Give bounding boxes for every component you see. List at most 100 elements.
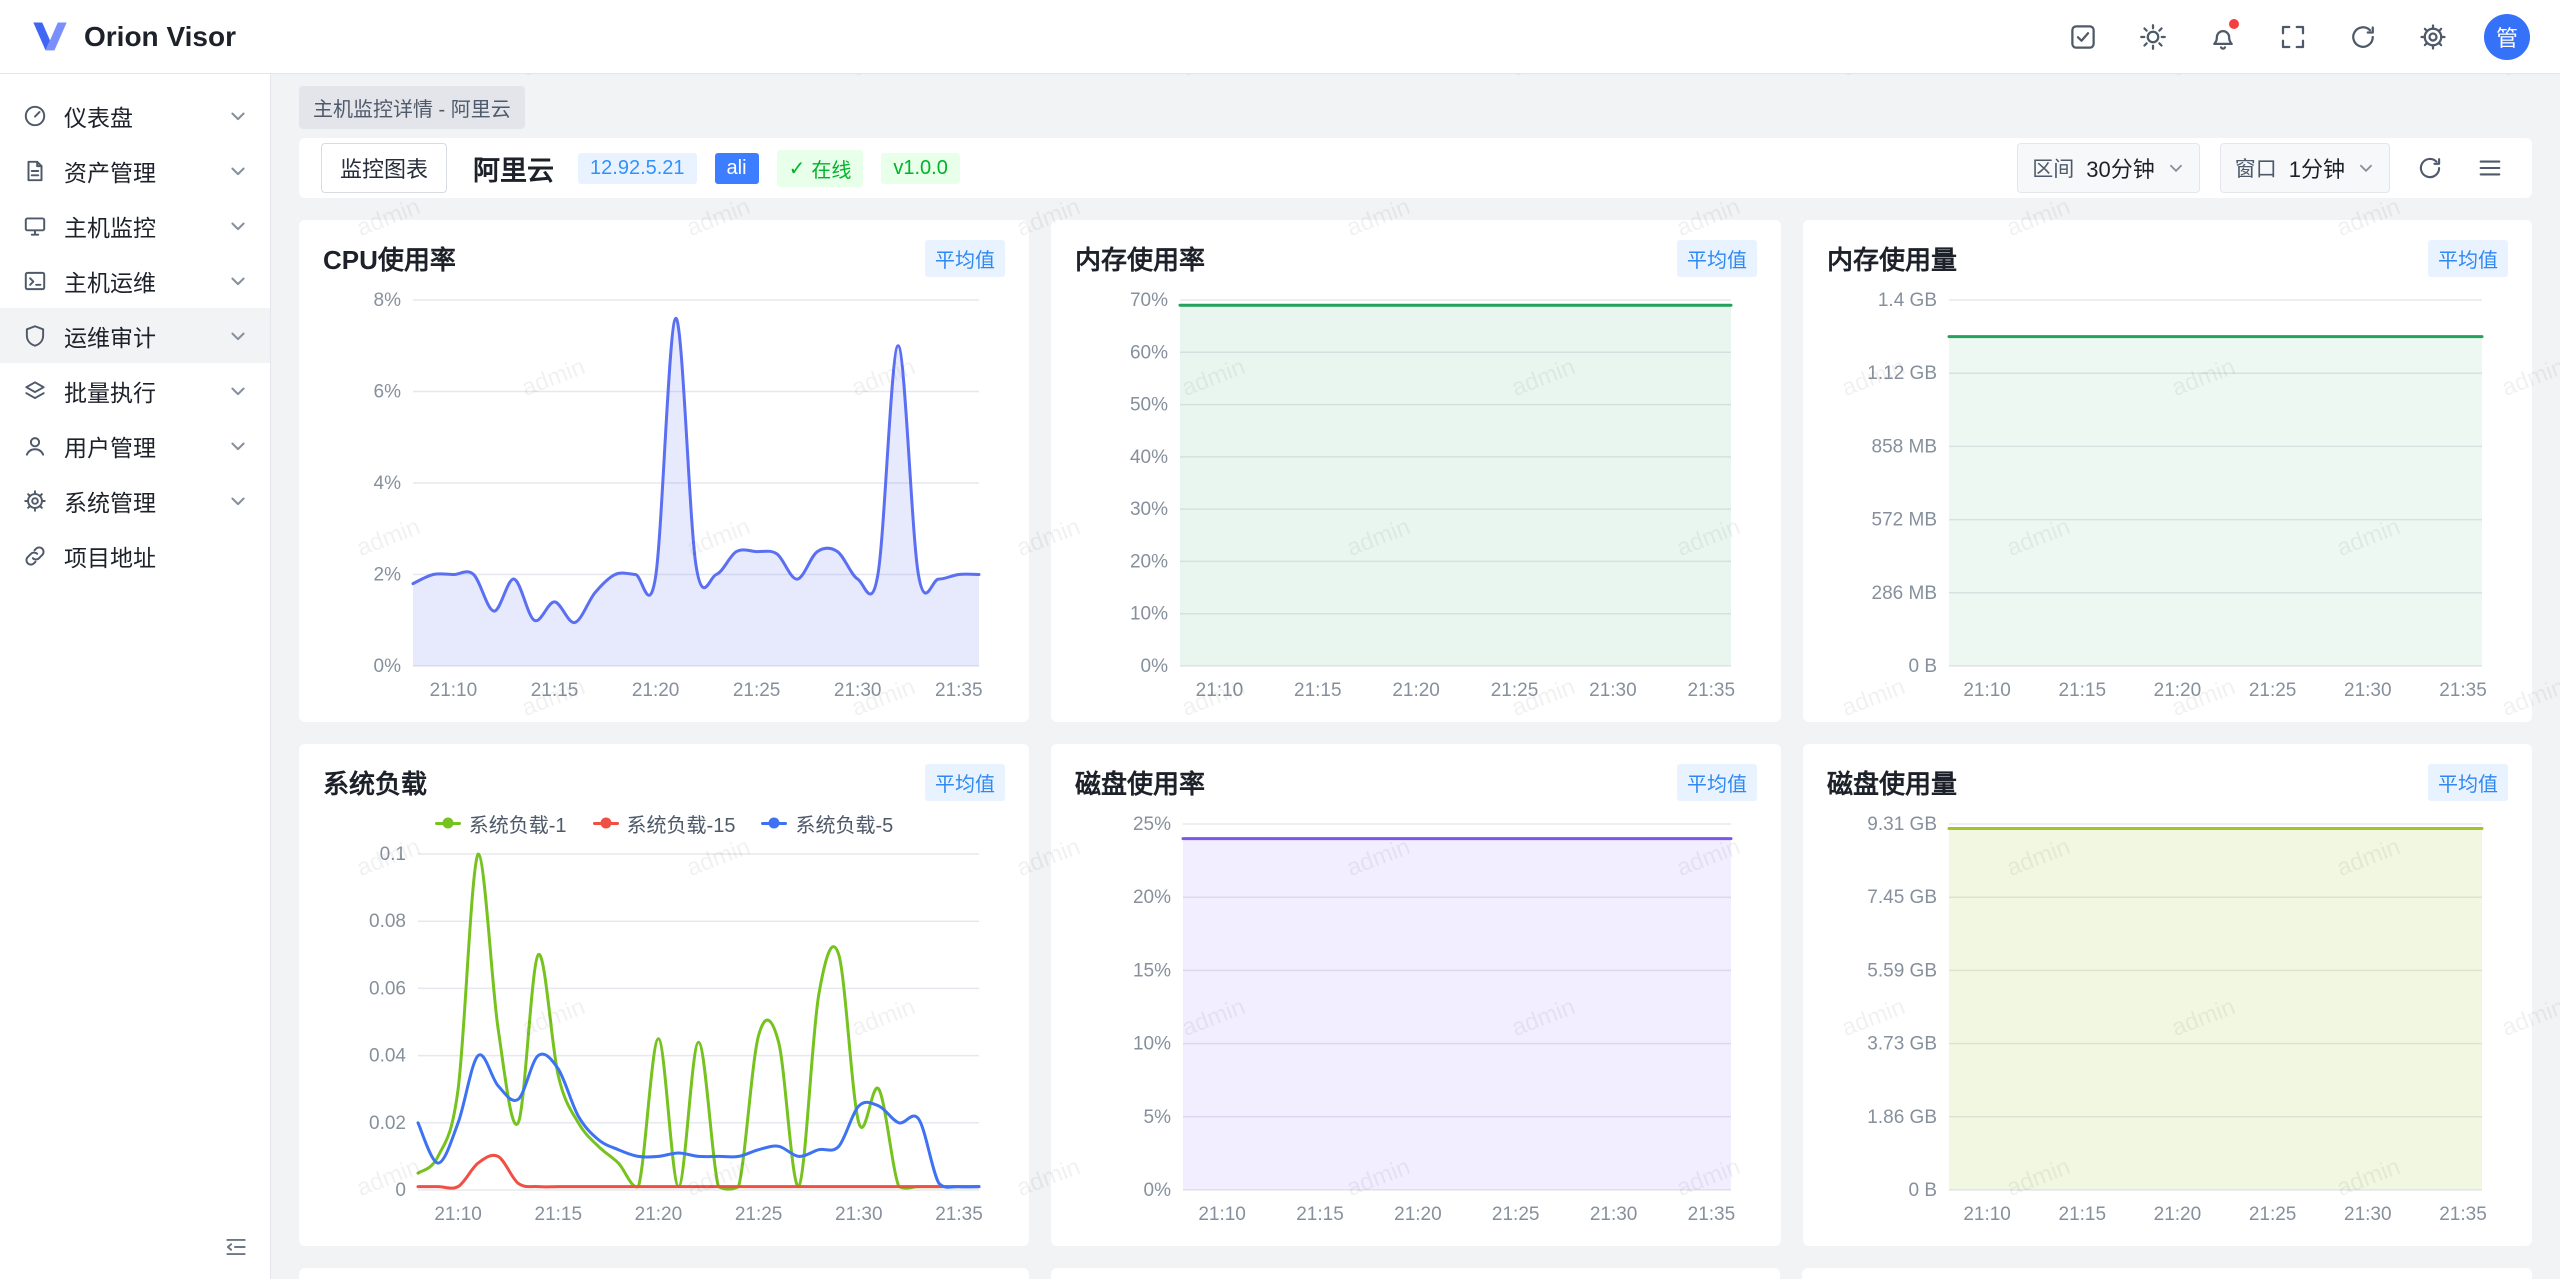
refresh-icon [2416,154,2444,182]
memory-usage-rate-chart[interactable]: 0%10%20%30%40%50%60%70%21:1021:1521:2021… [1075,284,1757,708]
cpu-usage-chart[interactable]: 0%2%4%6%8%21:1021:1521:2021:2521:3021:35 [323,284,1005,708]
app-brand: Orion Visor [30,17,236,57]
legend-item[interactable]: 系统负载-15 [593,809,736,838]
svg-text:21:25: 21:25 [2249,1204,2297,1225]
svg-text:21:20: 21:20 [632,680,680,701]
memory-usage-amount-chart[interactable]: 0 B286 MB572 MB858 MB1.12 GB1.4 GB21:102… [1827,284,2508,708]
refresh-charts-button[interactable] [2410,148,2450,188]
svg-text:10%: 10% [1130,604,1168,625]
average-badge: 平均值 [925,240,1005,277]
svg-text:1.4 GB: 1.4 GB [1878,290,1937,311]
system-load-chart[interactable]: 00.020.040.060.080.121:1021:1521:2021:25… [323,838,1005,1232]
sidebar: 仪表盘 资产管理 主机监控 主机运维 运维审计 批量执行 [0,74,271,1279]
svg-text:10%: 10% [1133,1034,1171,1055]
sidebar-item-label: 主机监控 [64,209,156,243]
svg-text:286 MB: 286 MB [1872,583,1937,604]
svg-text:0%: 0% [1141,656,1169,677]
chevron-down-icon [228,436,248,456]
refresh-icon[interactable] [2344,18,2382,56]
window-select[interactable]: 窗口 1分钟 [2220,143,2390,193]
svg-text:0: 0 [395,1180,406,1201]
svg-text:15%: 15% [1133,960,1171,981]
disk-usage-rate-chart[interactable]: 0%5%10%15%20%25%21:1021:1521:2021:2521:3… [1075,808,1757,1232]
avatar[interactable]: 管 [2484,14,2530,60]
svg-text:50%: 50% [1130,395,1168,416]
svg-text:21:35: 21:35 [1688,1204,1736,1225]
system-load-legend: 系统负载-1 系统负载-15 系统负载-5 [323,808,1005,838]
chevron-down-icon [228,216,248,236]
svg-text:21:20: 21:20 [1394,1204,1442,1225]
breadcrumb[interactable]: 主机监控详情 - 阿里云 [299,86,525,129]
average-badge: 平均值 [2428,764,2508,801]
svg-text:21:35: 21:35 [935,680,983,701]
chevron-down-icon [2167,159,2185,177]
chevron-down-icon [228,271,248,291]
document-icon [22,158,48,184]
svg-text:21:15: 21:15 [1294,680,1342,701]
svg-text:21:15: 21:15 [531,680,579,701]
ip-tag: 12.92.5.21 [578,153,697,184]
notifications-bell-icon[interactable] [2204,18,2242,56]
sidebar-item-assets[interactable]: 资产管理 [0,143,270,198]
sidebar-item-dashboard[interactable]: 仪表盘 [0,88,270,143]
svg-text:21:30: 21:30 [1590,1204,1638,1225]
svg-text:5%: 5% [1144,1107,1172,1128]
check-icon: ✓ [789,156,806,181]
svg-text:0.06: 0.06 [369,978,406,999]
orion-visor-logo [30,17,70,57]
sidebar-item-label: 批量执行 [64,374,156,408]
sidebar-item-label: 运维审计 [64,319,156,353]
average-badge: 平均值 [2428,240,2508,277]
svg-text:21:30: 21:30 [834,680,882,701]
shield-icon [22,323,48,349]
menu-lines-icon [2476,154,2504,182]
sidebar-item-label: 资产管理 [64,154,156,188]
svg-text:0%: 0% [374,656,402,677]
interval-select[interactable]: 区间 30分钟 [2017,143,2199,193]
monitor-charts-button[interactable]: 监控图表 [321,143,447,193]
sidebar-item-batch-exec[interactable]: 批量执行 [0,363,270,418]
svg-text:21:35: 21:35 [2439,1204,2487,1225]
disk-usage-amount-chart[interactable]: 0 B1.86 GB3.73 GB5.59 GB7.45 GB9.31 GB21… [1827,808,2508,1232]
svg-text:0%: 0% [1144,1180,1172,1201]
legend-item[interactable]: 系统负载-5 [761,809,893,838]
chevron-down-icon [228,326,248,346]
svg-text:21:10: 21:10 [1963,1204,2011,1225]
chevron-down-icon [2357,159,2375,177]
disk-usage-amount-card: 磁盘使用量 平均值 0 B1.86 GB3.73 GB5.59 GB7.45 G… [1803,744,2532,1246]
sidebar-item-user-mgmt[interactable]: 用户管理 [0,418,270,473]
link-icon [22,543,48,569]
sidebar-item-system-mgmt[interactable]: 系统管理 [0,473,270,528]
memory-usage-rate-card: 内存使用率 平均值 0%10%20%30%40%50%60%70%21:1021… [1051,220,1781,722]
legend-item[interactable]: 系统负载-1 [435,809,567,838]
sidebar-item-host-ops[interactable]: 主机运维 [0,253,270,308]
theme-sun-icon[interactable] [2134,18,2172,56]
svg-text:21:20: 21:20 [1392,680,1440,701]
chart-title: 内存使用量 [1827,240,1957,277]
svg-text:0.04: 0.04 [369,1046,406,1067]
average-badge: 平均值 [1677,764,1757,801]
chart-title: CPU使用率 [323,240,456,277]
collapse-sidebar-button[interactable] [218,1229,254,1265]
svg-text:40%: 40% [1130,447,1168,468]
svg-text:572 MB: 572 MB [1872,510,1937,531]
sidebar-item-label: 系统管理 [64,484,156,518]
online-status-tag: ✓在线 [777,150,864,187]
version-tag: v1.0.0 [881,153,959,184]
fullscreen-icon[interactable] [2274,18,2312,56]
settings-gear-icon[interactable] [2414,18,2452,56]
svg-text:20%: 20% [1130,551,1168,572]
average-badge: 平均值 [925,764,1005,801]
chevron-down-icon [228,381,248,401]
svg-text:21:35: 21:35 [1688,680,1736,701]
sidebar-item-label: 主机运维 [64,264,156,298]
sidebar-item-host-monitor[interactable]: 主机监控 [0,198,270,253]
sidebar-item-project-link[interactable]: 项目地址 [0,528,270,583]
next-row-card-sliver [1051,1268,1781,1279]
svg-text:21:25: 21:25 [2249,680,2297,701]
chart-list-button[interactable] [2470,148,2510,188]
sidebar-item-ops-audit[interactable]: 运维审计 [0,308,270,363]
check-square-icon[interactable] [2064,18,2102,56]
user-icon [22,433,48,459]
svg-text:5.59 GB: 5.59 GB [1867,960,1937,981]
